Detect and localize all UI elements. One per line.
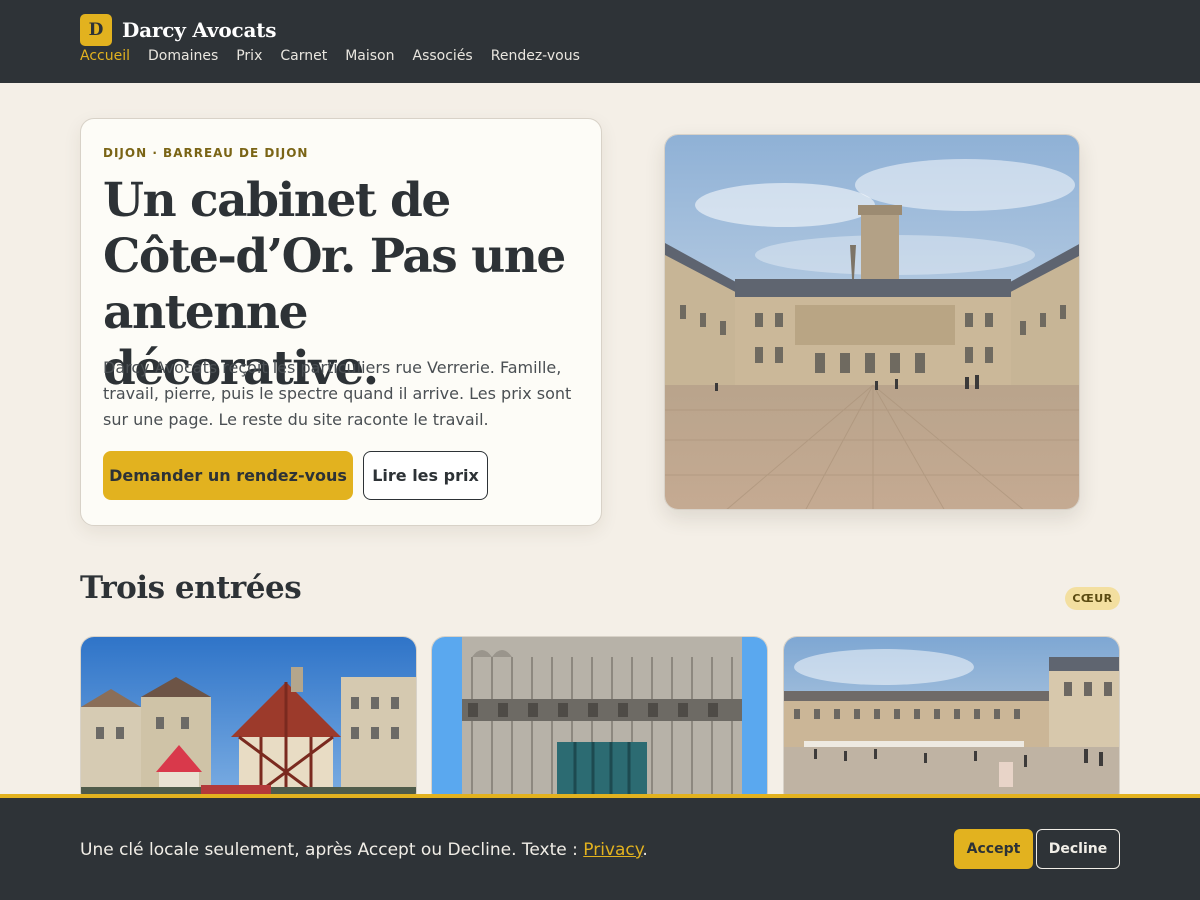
section-title: Trois entrées <box>80 570 302 606</box>
nav-item-rendez-vous[interactable]: Rendez-vous <box>491 48 580 64</box>
nav-item-carnet[interactable]: Carnet <box>280 48 327 64</box>
cookie-message: Une clé locale seulement, après Accept o… <box>80 840 584 860</box>
cookie-period: . <box>642 840 648 860</box>
brand[interactable]: D Darcy Avocats <box>80 14 277 46</box>
square-crowd-image <box>784 637 1119 805</box>
entry-card-3[interactable] <box>783 636 1120 806</box>
nav-item-accueil[interactable]: Accueil <box>80 48 130 64</box>
site-header: D Darcy Avocats Accueil Domaines Prix Ca… <box>0 0 1200 83</box>
section-badge: CŒUR <box>1065 587 1120 610</box>
hero-description: Darcy Avocats reçoit les particuliers ru… <box>103 358 572 429</box>
palace-square-image <box>665 135 1079 509</box>
cookie-text: Une clé locale seulement, après Accept o… <box>80 840 648 860</box>
church-facade-image <box>432 637 767 805</box>
read-prices-button[interactable]: Lire les prix <box>363 451 488 500</box>
hero-card: DIJON · BARREAU DE DIJON Un cabinet de C… <box>80 118 602 526</box>
privacy-link[interactable]: Privacy <box>583 840 642 860</box>
main-nav: Accueil Domaines Prix Carnet Maison Asso… <box>80 48 580 64</box>
hero-kicker: DIJON · BARREAU DE DIJON <box>103 146 309 160</box>
decline-button[interactable]: Decline <box>1036 829 1120 869</box>
hero-photo <box>664 134 1080 510</box>
nav-item-prix[interactable]: Prix <box>236 48 262 64</box>
entry-card-2[interactable] <box>431 636 768 806</box>
brand-name: Darcy Avocats <box>122 18 277 42</box>
accept-button[interactable]: Accept <box>954 829 1033 869</box>
cookie-banner: Une clé locale seulement, après Accept o… <box>0 794 1200 900</box>
timbered-houses-image <box>81 637 416 805</box>
brand-logo: D <box>80 14 112 46</box>
nav-item-maison[interactable]: Maison <box>345 48 394 64</box>
nav-item-associes[interactable]: Associés <box>413 48 473 64</box>
nav-item-domaines[interactable]: Domaines <box>148 48 218 64</box>
entry-card-1[interactable] <box>80 636 417 806</box>
request-appointment-button[interactable]: Demander un rendez-vous <box>103 451 353 500</box>
